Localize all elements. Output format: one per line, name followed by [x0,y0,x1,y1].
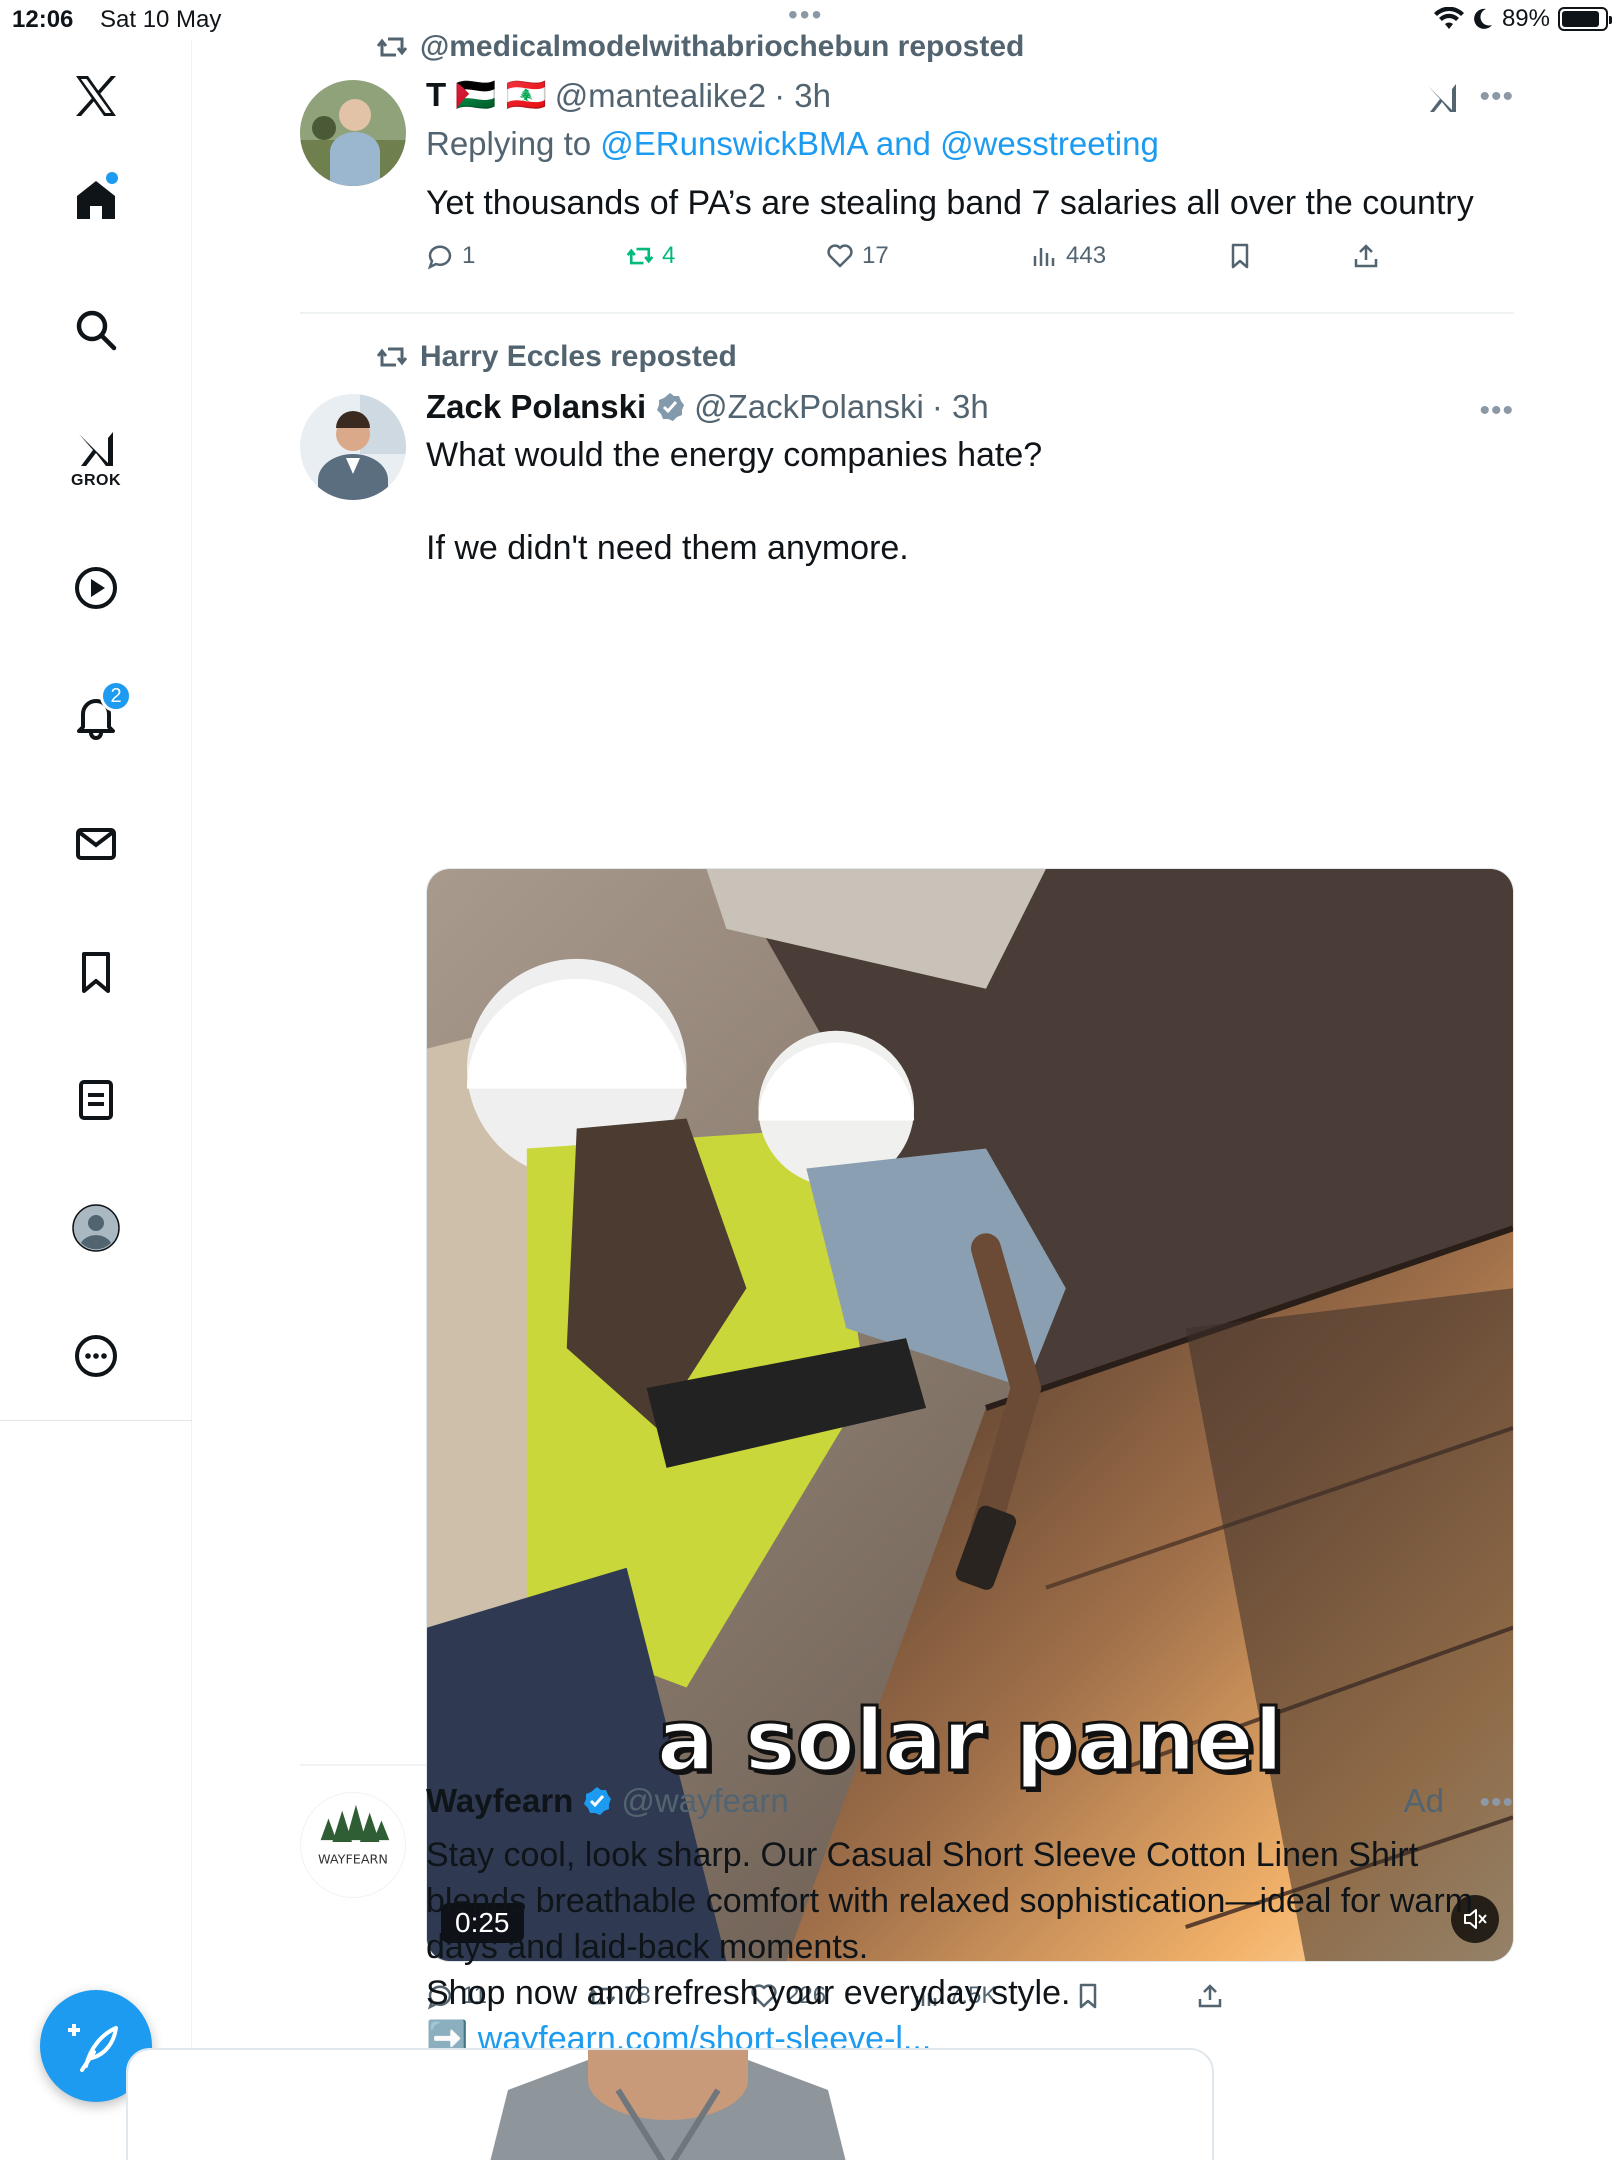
avatar-wayfearn[interactable]: WAYFEARN [300,1792,406,1898]
replying-to: Replying to @ERunswickBMA and @wesstreet… [426,121,1159,167]
heart-icon [827,244,853,268]
repost-icon [376,37,408,57]
battery-fill [1562,11,1600,27]
ad-text-line-3: days and laid-back moments. [426,1928,869,1966]
home-icon[interactable] [60,164,132,236]
share-button[interactable] [1352,242,1380,270]
author-name[interactable]: T 🇵🇸 🇱🇧 [426,76,547,115]
post-time[interactable]: · 3h [774,77,831,115]
repost-button[interactable]: 4 [626,242,675,270]
moon-icon [1474,8,1492,29]
author-handle[interactable]: @wayfearn [621,1782,788,1820]
battery-icon [1558,7,1612,31]
grok-icon[interactable]: GROK [60,420,132,492]
share-icon [1354,244,1378,268]
view-count: 443 [1066,242,1107,269]
status-time: 12:06 [12,6,74,33]
tweet-actions: 1 4 17 443 [426,242,1386,282]
reply-count: 1 [462,242,476,269]
more-options-icon[interactable] [60,1320,132,1392]
views-chart-icon [1033,248,1055,266]
notifications-bell-icon[interactable]: 2 [60,680,132,752]
bookmark-button[interactable] [1226,242,1254,270]
reposted-by-label[interactable]: @medicalmodelwithabriochebun reposted [420,30,1024,64]
replying-prefix: Replying to [426,125,601,162]
replying-to-handles[interactable]: @ERunswickBMA and @wesstreeting [600,125,1159,162]
repost-icon [376,347,408,367]
author-handle[interactable]: @ZackPolanski [694,388,924,426]
reposted-by-label[interactable]: Harry Eccles reposted [420,340,737,374]
sidebar-divider [0,1420,192,1421]
grok-analyze-icon[interactable] [1424,80,1462,118]
repost-indicator: @medicalmodelwithabriochebun reposted [376,30,1024,64]
tweet-mantealike2[interactable]: @medicalmodelwithabriochebun reposted T … [300,30,1514,310]
bookmarks-icon[interactable] [60,936,132,1008]
ad-text-line-4: Shop now and refresh your everyday style… [426,1974,1071,2012]
messages-envelope-icon[interactable] [60,808,132,880]
author-name[interactable]: Zack Polanski [426,388,646,426]
grok-label: GROK [71,472,121,489]
ad-text-line-1: Stay cool, look sharp. Our Casual Short … [426,1836,1419,1874]
tweet-header: T 🇵🇸 🇱🇧 @mantealike2 · 3h [426,76,831,115]
timeline: @medicalmodelwithabriochebun reposted T … [300,30,1514,2160]
wifi-icon [1433,7,1464,29]
tweet-text: Yet thousands of PA’s are stealing band … [426,184,1474,222]
tweet-text-line-2: If we didn't need them anymore. [426,529,909,567]
more-icon[interactable]: ••• [1479,80,1514,114]
bookmark-icon [1231,243,1249,269]
ad-label: Ad [1403,1782,1444,1819]
status-indicators: 89% [1433,5,1612,33]
verified-badge-icon [657,393,685,421]
video-play-icon[interactable] [60,552,132,624]
profile-avatar-icon[interactable] [60,1192,132,1264]
repost-indicator: Harry Eccles reposted [376,340,737,374]
author-handle[interactable]: @mantealike2 [555,77,766,115]
avatar-mantealike2[interactable] [300,80,406,186]
like-count: 17 [862,242,889,269]
repost-count: 4 [662,242,676,269]
more-icon[interactable]: ••• [1479,394,1514,428]
ad-product-image [128,2050,1212,2160]
author-name[interactable]: Wayfearn [426,1782,573,1820]
post-time[interactable]: · 3h [932,388,989,426]
lists-icon[interactable] [60,1064,132,1136]
sidebar: GROK 2 [0,40,192,2160]
compose-feather-icon [68,2024,118,2072]
battery-percent: 89% [1501,5,1550,32]
x-logo-icon[interactable] [60,60,132,132]
verified-badge-icon [584,1787,612,1815]
status-date: Sat 10 May [100,6,222,33]
tweet-header: Zack Polanski @ZackPolanski · 3h [426,388,989,426]
home-unread-dot [106,172,118,184]
ad-text: Stay cool, look sharp. Our Casual Short … [426,1832,1514,2062]
reply-button[interactable]: 1 [426,242,475,270]
tweet-text-line-1: What would the energy companies hate? [426,436,1043,474]
notifications-badge: 2 [100,680,132,712]
repost-icon [626,247,654,265]
multitasking-dots-icon[interactable]: ••• [788,1,823,29]
avatar-brand-text: WAYFEARN [318,1853,388,1868]
tweet-zackpolanski[interactable]: Harry Eccles reposted Zack Polanski @Zac… [300,314,1514,2010]
views-button[interactable]: 443 [1030,242,1106,270]
like-button[interactable]: 17 [826,242,889,270]
avatar-zackpolanski[interactable] [300,394,406,500]
search-icon[interactable] [60,294,132,366]
ad-text-line-2: blends breathable comfort with relaxed s… [426,1882,1473,1920]
ad-media-card[interactable] [126,2048,1214,2160]
reply-icon [427,245,452,270]
tweet-header: Wayfearn @wayfearn [426,1782,789,1820]
more-icon[interactable]: ••• [1479,1786,1514,1820]
